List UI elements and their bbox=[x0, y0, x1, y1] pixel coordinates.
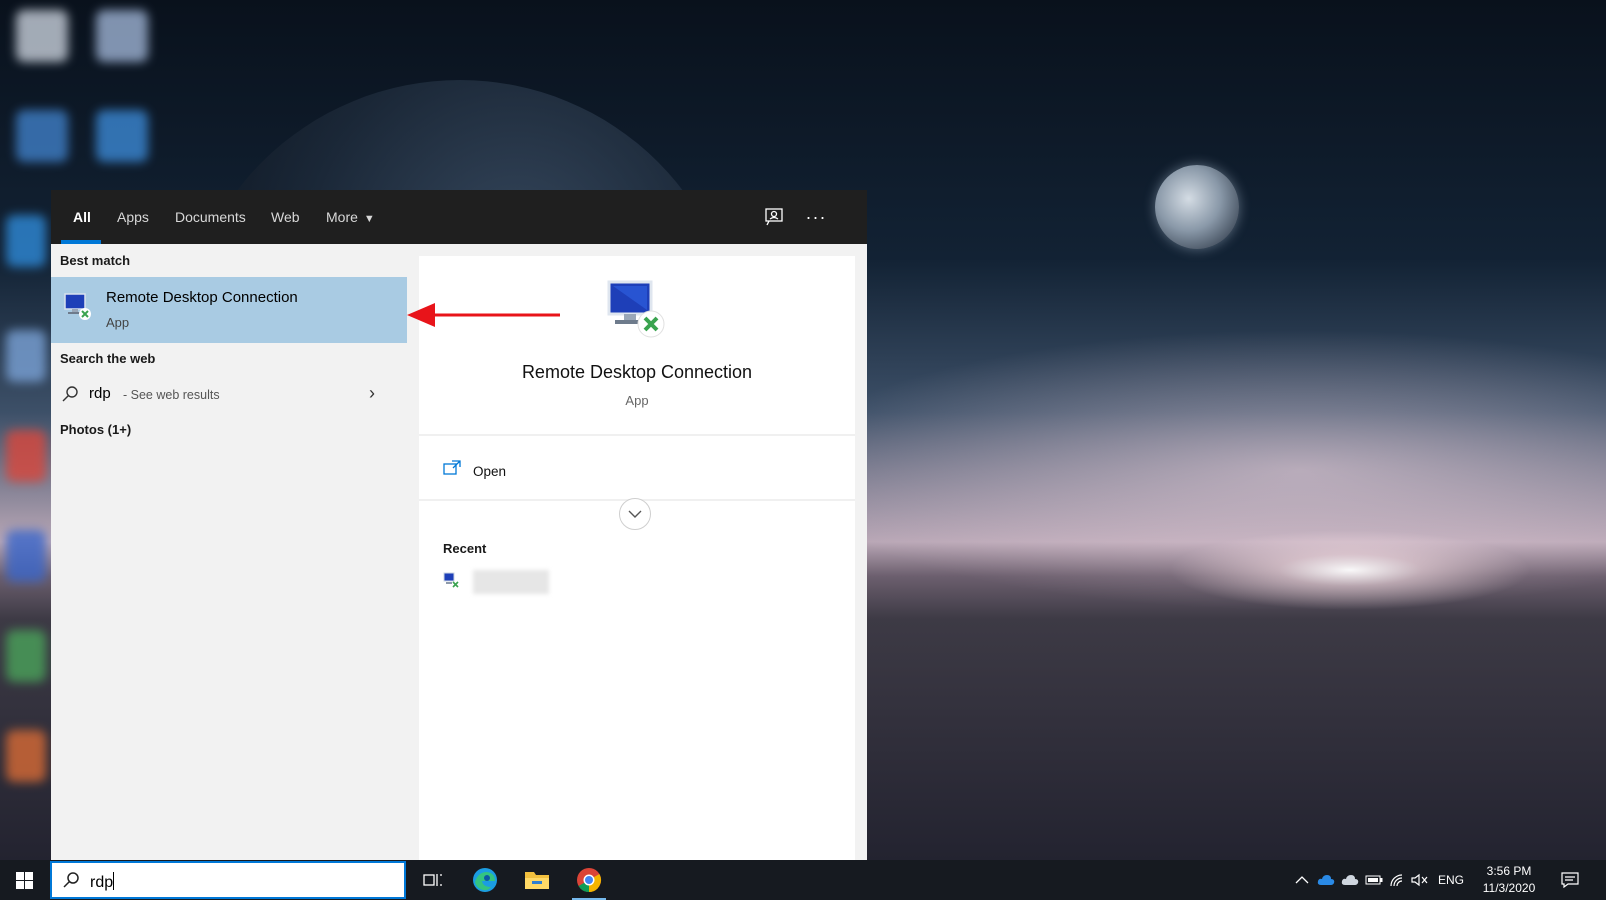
desktop-icon[interactable] bbox=[6, 430, 46, 482]
tab-more[interactable]: More ▼ bbox=[326, 209, 375, 225]
taskbar: rdp ENG 3:56 PM 11/3/2020 bbox=[0, 860, 1606, 900]
desktop-icon[interactable] bbox=[6, 630, 46, 682]
onedrive-icon[interactable] bbox=[1316, 870, 1336, 890]
tab-apps[interactable]: Apps bbox=[117, 209, 149, 225]
recent-item[interactable] bbox=[443, 568, 563, 596]
chevron-right-icon: › bbox=[369, 383, 375, 403]
desktop-icon[interactable] bbox=[16, 110, 68, 162]
open-window-icon bbox=[443, 460, 461, 475]
clock-date: 11/3/2020 bbox=[1482, 881, 1536, 895]
language-indicator[interactable]: ENG bbox=[1438, 873, 1464, 887]
best-match-result[interactable]: Remote Desktop Connection App bbox=[51, 277, 407, 343]
desktop-icon[interactable] bbox=[6, 215, 46, 267]
tab-all[interactable]: All bbox=[73, 209, 91, 225]
search-filter-tabs: All Apps Documents Web More ▼ ··· bbox=[51, 190, 867, 244]
wifi-icon[interactable] bbox=[1388, 870, 1408, 890]
text-cursor bbox=[113, 872, 115, 890]
recent-heading: Recent bbox=[443, 541, 487, 556]
open-label: Open bbox=[473, 464, 507, 479]
desktop-icon[interactable] bbox=[6, 330, 46, 382]
tab-documents[interactable]: Documents bbox=[175, 209, 246, 225]
desktop-icon[interactable] bbox=[96, 10, 148, 62]
best-match-title: Remote Desktop Connection bbox=[106, 289, 298, 306]
desktop-icon[interactable] bbox=[6, 530, 46, 582]
remote-desktop-icon bbox=[443, 572, 459, 588]
web-search-result[interactable]: rdp - See web results › bbox=[51, 377, 407, 413]
remote-desktop-icon bbox=[64, 293, 91, 320]
web-search-hint: - See web results bbox=[123, 388, 220, 402]
edge-icon[interactable] bbox=[460, 860, 510, 900]
search-query-text: rdp bbox=[90, 874, 114, 891]
desktop-icon[interactable] bbox=[6, 730, 46, 782]
notification-center-icon[interactable] bbox=[1560, 870, 1580, 890]
file-explorer-icon[interactable] bbox=[512, 860, 562, 900]
open-action[interactable]: Open bbox=[419, 454, 855, 494]
redacted-recent-entry bbox=[473, 570, 549, 594]
start-search-panel: All Apps Documents Web More ▼ ··· Best ma… bbox=[51, 190, 867, 860]
chevron-down-icon bbox=[628, 510, 642, 518]
battery-icon[interactable] bbox=[1364, 870, 1384, 890]
ellipsis-icon[interactable]: ··· bbox=[803, 204, 829, 230]
volume-muted-icon[interactable] bbox=[1410, 870, 1430, 890]
clock-time: 3:56 PM bbox=[1486, 864, 1532, 878]
caret-down-icon: ▼ bbox=[363, 213, 375, 225]
detail-app-title: Remote Desktop Connection bbox=[521, 362, 753, 382]
annotation-arrow bbox=[407, 303, 560, 327]
chevron-up-icon[interactable] bbox=[1292, 870, 1312, 890]
remote-desktop-icon bbox=[607, 280, 665, 338]
taskbar-search-input[interactable]: rdp bbox=[50, 861, 406, 899]
desktop-icon[interactable] bbox=[96, 110, 148, 162]
search-web-heading: Search the web bbox=[60, 351, 156, 366]
web-search-query: rdp bbox=[89, 385, 111, 402]
windows-logo-icon bbox=[15, 871, 33, 889]
search-icon bbox=[63, 872, 79, 888]
tab-more-label: More bbox=[326, 209, 358, 225]
expand-chevron-button[interactable] bbox=[619, 498, 651, 530]
taskbar-clock[interactable]: 3:56 PM 11/3/2020 bbox=[1474, 863, 1544, 897]
divider bbox=[419, 434, 855, 436]
search-icon bbox=[62, 386, 78, 402]
best-match-heading: Best match bbox=[60, 253, 131, 268]
cloud-sync-icon[interactable] bbox=[1340, 870, 1360, 890]
photos-heading[interactable]: Photos (1+) bbox=[60, 422, 131, 437]
best-match-type: App bbox=[106, 315, 130, 330]
results-list: Best match Remote Desktop Connection App… bbox=[51, 244, 407, 860]
result-detail-pane: Remote Desktop Connection App Open Recen… bbox=[419, 256, 855, 860]
search-input-value: rdp bbox=[90, 872, 115, 892]
feedback-icon[interactable] bbox=[761, 204, 787, 230]
desktop-icon[interactable] bbox=[16, 10, 68, 62]
start-button[interactable] bbox=[0, 860, 48, 900]
tab-web[interactable]: Web bbox=[271, 209, 300, 225]
detail-app-type: App bbox=[625, 393, 649, 408]
wallpaper-moon bbox=[1155, 165, 1239, 249]
chrome-icon[interactable] bbox=[564, 860, 614, 900]
task-view-icon[interactable] bbox=[408, 860, 458, 900]
